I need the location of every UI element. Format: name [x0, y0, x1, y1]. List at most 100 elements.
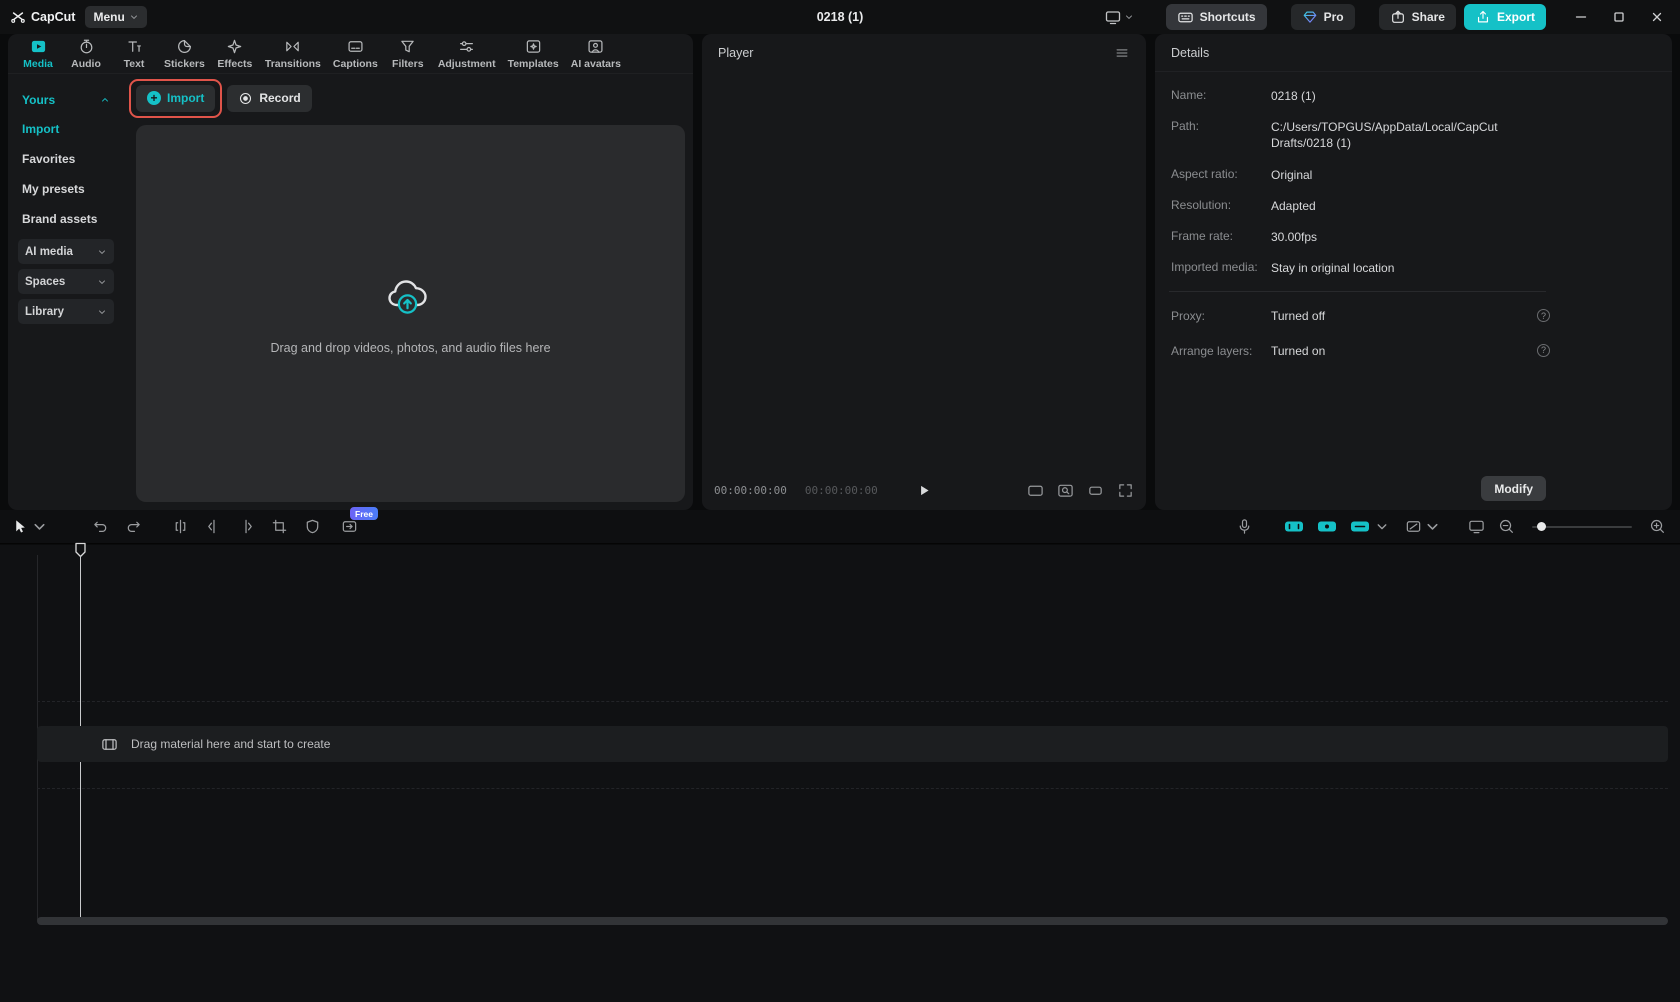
- detail-row-arrange-layers: Arrange layers: Turned on ?: [1155, 343, 1672, 359]
- shortcuts-button[interactable]: Shortcuts: [1166, 4, 1267, 30]
- timeline-zoom-slider[interactable]: [1532, 526, 1632, 528]
- snap-toggle[interactable]: [1317, 519, 1337, 534]
- sidebar-item-yours[interactable]: Yours: [18, 86, 114, 114]
- share-icon: [1390, 9, 1406, 25]
- detail-label: Proxy:: [1171, 309, 1271, 323]
- resolution-icon[interactable]: [1087, 482, 1104, 499]
- share-label: Share: [1412, 10, 1445, 24]
- chevron-down-icon: [31, 518, 48, 535]
- chevron-down-icon: [97, 277, 107, 287]
- link-toggle[interactable]: [1350, 519, 1392, 534]
- titlebar-right: Shortcuts Pro Share Export: [1104, 0, 1680, 34]
- display-select[interactable]: [1104, 8, 1134, 26]
- tab-media[interactable]: Media: [16, 34, 60, 74]
- display-icon: [1104, 8, 1122, 26]
- export-label: Export: [1497, 10, 1535, 24]
- record-button[interactable]: Record: [227, 85, 311, 112]
- tab-text[interactable]: Text: [112, 34, 156, 74]
- tab-templates[interactable]: Templates: [504, 34, 563, 74]
- timeline[interactable]: Drag material here and start to create: [0, 545, 1680, 1002]
- keyboard-icon: [1177, 9, 1194, 26]
- sidebar-item-brand-assets[interactable]: Brand assets: [18, 204, 114, 234]
- tab-label: Adjustment: [438, 58, 496, 70]
- modify-button[interactable]: Modify: [1481, 476, 1546, 501]
- sidebar-group-spaces[interactable]: Spaces: [18, 269, 114, 294]
- sidebar-label: Library: [25, 306, 64, 318]
- delete-left-tool[interactable]: [205, 518, 222, 535]
- microphone-icon: [1236, 518, 1253, 535]
- close-button[interactable]: [1642, 0, 1672, 34]
- pro-label: Pro: [1324, 10, 1344, 24]
- free-badge: Free: [350, 507, 378, 520]
- sidebar-item-favorites[interactable]: Favorites: [18, 144, 114, 174]
- player-panel: Player 00:00:00:00 00:00:00:00: [702, 34, 1146, 510]
- player-view-controls: [1027, 482, 1134, 499]
- tab-ai-avatars[interactable]: AI avatars: [567, 34, 625, 74]
- preview-quality-tool[interactable]: [1468, 518, 1485, 535]
- tab-stickers[interactable]: Stickers: [160, 34, 209, 74]
- zoom-out-button[interactable]: [1498, 518, 1515, 535]
- chevron-down-icon: [97, 307, 107, 317]
- detail-row-aspect-ratio: Aspect ratio: Original: [1155, 167, 1672, 183]
- voiceover-tool[interactable]: [1236, 518, 1253, 535]
- zoom-slider-handle[interactable]: [1537, 522, 1546, 531]
- preview-quality-icon: [1468, 518, 1485, 535]
- export-icon: [1475, 9, 1491, 25]
- tab-transitions[interactable]: Transitions: [261, 34, 325, 74]
- detail-value: 30.00fps: [1271, 229, 1317, 245]
- tab-captions[interactable]: Captions: [329, 34, 382, 74]
- help-icon[interactable]: ?: [1537, 309, 1550, 322]
- player-menu-icon[interactable]: [1114, 45, 1130, 61]
- magnetic-toggle[interactable]: [1284, 519, 1304, 534]
- delete-right-icon: [238, 518, 255, 535]
- timeline-horizontal-scrollbar[interactable]: [37, 917, 1668, 925]
- aspect-ratio-icon[interactable]: [1027, 482, 1044, 499]
- pro-button[interactable]: Pro: [1291, 4, 1355, 30]
- crop-icon: [271, 518, 288, 535]
- media-content: + Import Record: [120, 74, 693, 510]
- split-tool[interactable]: [172, 518, 189, 535]
- undo-button[interactable]: [92, 518, 109, 535]
- crop-tool[interactable]: [271, 518, 288, 535]
- tab-adjustment[interactable]: Adjustment: [434, 34, 500, 74]
- sidebar-label: Yours: [22, 93, 55, 107]
- chevron-down-icon: [1124, 12, 1134, 22]
- auto-reframe-tool[interactable]: Free: [341, 518, 358, 535]
- edit-options-tool[interactable]: [1405, 518, 1441, 535]
- sidebar-item-my-presets[interactable]: My presets: [18, 174, 114, 204]
- detail-label: Resolution:: [1171, 198, 1271, 214]
- share-button[interactable]: Share: [1379, 4, 1456, 30]
- minimize-button[interactable]: [1566, 0, 1596, 34]
- fit-zoom-icon[interactable]: [1057, 482, 1074, 499]
- timeline-empty-track[interactable]: Drag material here and start to create: [37, 726, 1668, 762]
- media-dropzone[interactable]: Drag and drop videos, photos, and audio …: [136, 125, 685, 502]
- redo-button[interactable]: [125, 518, 142, 535]
- play-button[interactable]: [917, 483, 932, 498]
- detail-label: Frame rate:: [1171, 229, 1271, 245]
- menu-button[interactable]: Menu: [85, 6, 146, 28]
- import-button[interactable]: + Import: [136, 85, 215, 112]
- zoom-in-button[interactable]: [1649, 518, 1666, 535]
- media-tab-bar: Media Audio Text Stickers Effects Transi…: [8, 34, 693, 74]
- export-button[interactable]: Export: [1464, 4, 1546, 30]
- help-icon[interactable]: ?: [1537, 344, 1550, 357]
- fullscreen-icon[interactable]: [1117, 482, 1134, 499]
- sidebar-group-library[interactable]: Library: [18, 299, 114, 324]
- mask-tool[interactable]: [304, 518, 321, 535]
- tab-effects[interactable]: Effects: [213, 34, 257, 74]
- cursor-icon: [12, 518, 29, 535]
- sidebar-label: Favorites: [22, 152, 75, 166]
- minimize-icon: [1575, 11, 1587, 23]
- tab-filters[interactable]: Filters: [386, 34, 430, 74]
- select-tool[interactable]: [12, 518, 48, 535]
- maximize-button[interactable]: [1604, 0, 1634, 34]
- tab-audio[interactable]: Audio: [64, 34, 108, 74]
- sidebar-item-import[interactable]: Import: [18, 114, 114, 144]
- sidebar-group-ai-media[interactable]: AI media: [18, 239, 114, 264]
- sidebar-label: Brand assets: [22, 212, 97, 226]
- delete-right-tool[interactable]: [238, 518, 255, 535]
- zoom-out-icon: [1498, 518, 1515, 535]
- player-header: Player: [702, 34, 1146, 72]
- detail-value: C:/Users/TOPGUS/AppData/Local/CapCut Dra…: [1271, 119, 1543, 151]
- media-sidebar: Yours Import Favorites My presets Brand …: [8, 74, 120, 510]
